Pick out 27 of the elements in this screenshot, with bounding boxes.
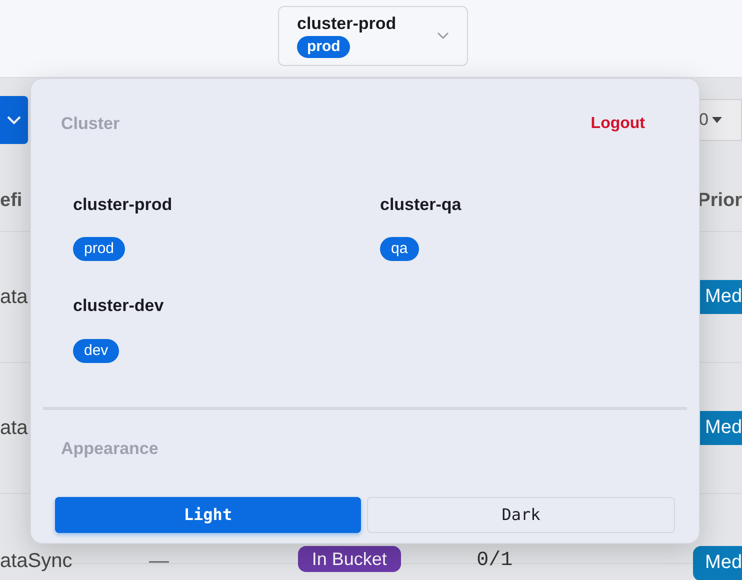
cluster-selector[interactable]: cluster-prod prod <box>278 6 468 66</box>
cluster-tag: prod <box>297 36 350 58</box>
chevron-down-icon <box>437 32 449 40</box>
cluster-tag: qa <box>380 237 419 261</box>
table-cell-text: — <box>148 549 170 574</box>
cluster-name: cluster-prod <box>297 14 396 34</box>
theme-button[interactable]: Light <box>55 497 361 533</box>
table-cell: ata <box>0 286 28 308</box>
cluster-name[interactable]: cluster-dev <box>73 293 164 318</box>
cluster-name[interactable]: cluster-prod <box>73 192 172 217</box>
section-heading: Appearance <box>61 438 158 458</box>
table-cell: ata <box>0 417 28 439</box>
theme-button[interactable]: Dark <box>367 497 675 533</box>
table-cell: ataSync <box>0 550 72 572</box>
priority-badge: Med <box>693 546 742 580</box>
caret-down-icon <box>712 117 722 123</box>
table-cell-text: 0/1 <box>476 548 514 574</box>
cluster-tag: prod <box>73 237 126 261</box>
logout-link[interactable]: Logout <box>590 112 645 136</box>
chevron-down-icon <box>7 116 21 124</box>
cluster-tag: dev <box>73 338 120 362</box>
section-heading: Cluster <box>61 113 120 135</box>
cluster-name[interactable]: cluster-qa <box>380 192 462 217</box>
dropdown-button[interactable] <box>0 96 28 144</box>
status-badge: In Bucket <box>298 546 401 572</box>
column-header: efi <box>0 189 22 214</box>
select-field[interactable]: 0 <box>698 99 742 141</box>
